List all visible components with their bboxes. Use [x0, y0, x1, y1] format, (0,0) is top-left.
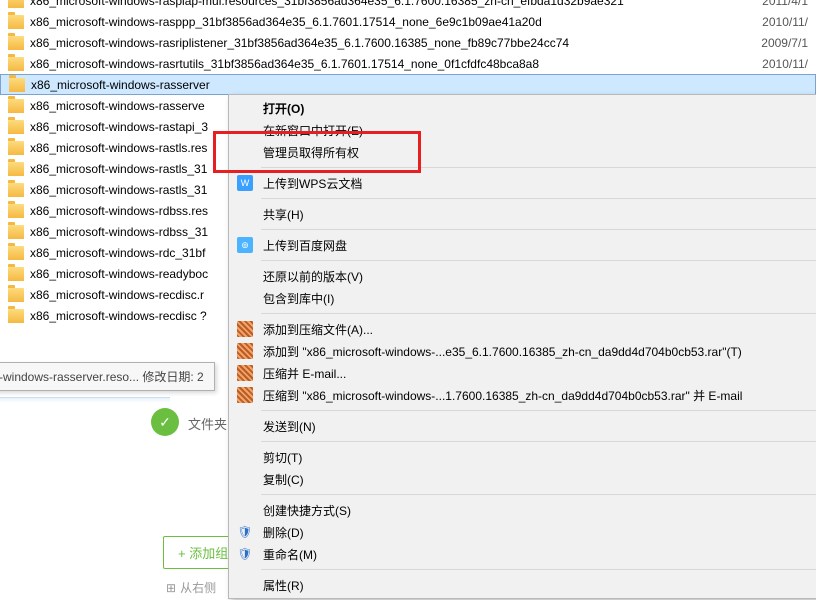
menu-rename[interactable]: 🛡 重命名(M) — [229, 543, 816, 565]
menu-compress-to-email[interactable]: 压缩到 "x86_microsoft-windows-...1.7600.163… — [229, 384, 816, 406]
folder-icon — [8, 120, 24, 134]
file-tooltip: -windows-rasserver.reso... 修改日期: 2 — [0, 362, 215, 391]
menu-create-shortcut[interactable]: 创建快捷方式(S) — [229, 499, 816, 521]
menu-restore-version[interactable]: 还原以前的版本(V) — [229, 265, 816, 287]
shield-icon: 🛡 — [237, 546, 253, 562]
menu-upload-baidu[interactable]: ⊚ 上传到百度网盘 — [229, 234, 816, 256]
menu-open-new-window[interactable]: 在新窗口中打开(E) — [229, 119, 816, 141]
menu-add-rar[interactable]: 添加到 "x86_microsoft-windows-...e35_6.1.76… — [229, 340, 816, 362]
rar-icon — [237, 321, 253, 337]
menu-delete[interactable]: 🛡 删除(D) — [229, 521, 816, 543]
rar-icon — [237, 387, 253, 403]
folder-icon — [8, 162, 24, 176]
folder-icon — [8, 57, 24, 71]
menu-upload-wps[interactable]: W 上传到WPS云文档 — [229, 172, 816, 194]
bottom-hint: ⊞从右侧 — [166, 579, 216, 596]
menu-compress-email[interactable]: 压缩并 E-mail... — [229, 362, 816, 384]
file-row[interactable]: x86_microsoft-windows-rasriplistener_31b… — [0, 32, 816, 53]
folder-icon — [8, 141, 24, 155]
file-name: x86_microsoft-windows-rasriplistener_31b… — [30, 36, 816, 50]
folder-icon — [8, 15, 24, 29]
menu-share[interactable]: 共享(H)▶ — [229, 203, 816, 225]
menu-open[interactable]: 打开(O) — [229, 97, 816, 119]
folder-icon — [8, 246, 24, 260]
partial-text: 文件夹 — [188, 414, 227, 433]
menu-add-archive[interactable]: 添加到压缩文件(A)... — [229, 318, 816, 340]
folder-icon — [8, 183, 24, 197]
shield-icon: 🛡 — [237, 524, 253, 540]
menu-properties[interactable]: 属性(R) — [229, 574, 816, 596]
baidu-icon: ⊚ — [237, 237, 253, 253]
file-date: 2011/4/1 — [762, 0, 808, 8]
file-date: 2009/7/1 — [761, 36, 808, 50]
file-name: x86_microsoft-windows-rasplap-mui.resour… — [30, 0, 816, 8]
folder-icon — [8, 0, 24, 8]
folder-icon — [8, 204, 24, 218]
menu-admin-take-ownership[interactable]: 管理员取得所有权 — [229, 141, 816, 163]
folder-icon — [8, 36, 24, 50]
file-name: x86_microsoft-windows-rasppp_31bf3856ad3… — [30, 15, 816, 29]
folder-icon — [9, 78, 25, 92]
file-date: 2010/11/ — [762, 57, 808, 71]
folder-icon — [8, 267, 24, 281]
check-icon: ✓ — [151, 408, 179, 436]
folder-icon — [8, 288, 24, 302]
file-row[interactable]: x86_microsoft-windows-rasrtutils_31bf385… — [0, 53, 816, 74]
rar-icon — [237, 343, 253, 359]
file-name: x86_microsoft-windows-rasserver — [31, 78, 815, 92]
file-row[interactable]: x86_microsoft-windows-rasplap-mui.resour… — [0, 0, 816, 11]
menu-cut[interactable]: 剪切(T) — [229, 446, 816, 468]
menu-include-library[interactable]: 包含到库中(I)▶ — [229, 287, 816, 309]
rar-icon — [237, 365, 253, 381]
context-menu: 打开(O) 在新窗口中打开(E) 管理员取得所有权 W 上传到WPS云文档 共享… — [228, 94, 816, 599]
menu-copy[interactable]: 复制(C) — [229, 468, 816, 490]
folder-icon — [8, 99, 24, 113]
folder-icon — [8, 225, 24, 239]
file-date: 2010/11/ — [762, 15, 808, 29]
file-row[interactable]: x86_microsoft-windows-rasserver — [0, 74, 816, 95]
file-row[interactable]: x86_microsoft-windows-rasppp_31bf3856ad3… — [0, 11, 816, 32]
wps-icon: W — [237, 175, 253, 191]
folder-icon — [8, 309, 24, 323]
menu-send-to[interactable]: 发送到(N)▶ — [229, 415, 816, 437]
file-name: x86_microsoft-windows-rasrtutils_31bf385… — [30, 57, 816, 71]
